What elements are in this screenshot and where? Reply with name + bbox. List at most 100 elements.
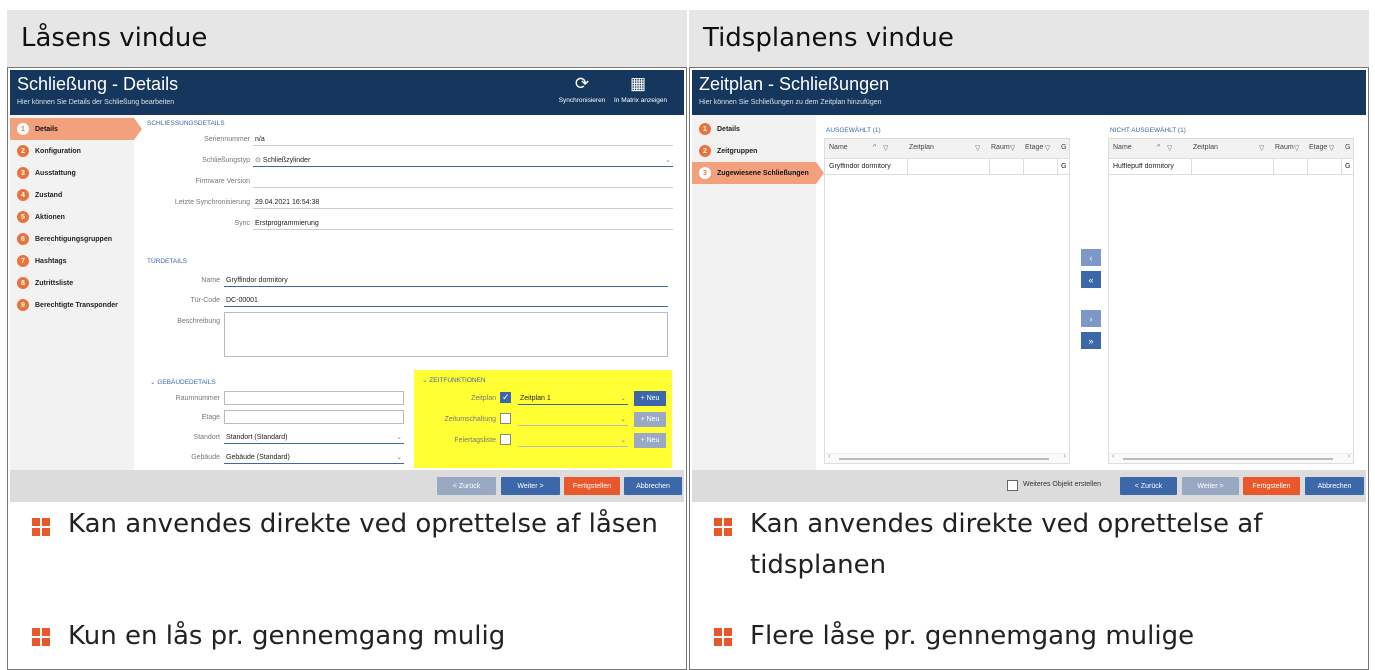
sort-asc-icon[interactable]: ^: [873, 144, 876, 151]
back-button[interactable]: < Zurück: [1120, 477, 1177, 495]
step-number: 4: [17, 189, 29, 201]
lock-type-select[interactable]: ⊙ Schließzylinder ⌄: [253, 155, 673, 167]
column-header[interactable]: Raum: [1275, 144, 1307, 151]
wizard-step-6[interactable]: 6 Berechtigungsgruppen: [10, 228, 134, 250]
step-label: Zutrittsliste: [35, 279, 74, 287]
wizard-step-5[interactable]: 5 Aktionen: [10, 206, 134, 228]
window-title: Schließung - Details: [17, 74, 179, 94]
site-select[interactable]: Standort (Standard) ⌄: [224, 432, 404, 444]
wizard-step-9[interactable]: 9 Berechtigte Transponder: [10, 294, 134, 316]
wizard-step-2[interactable]: 2 Konfiguration: [10, 140, 134, 162]
wizard-step-3[interactable]: 3 Zugewiesene Schließungen: [692, 162, 824, 184]
cancel-button[interactable]: Abbrechen: [1305, 477, 1364, 495]
floor-input[interactable]: [224, 410, 404, 424]
back-button[interactable]: < Zurück: [437, 477, 496, 495]
column-header[interactable]: Name: [829, 144, 907, 151]
step-label: Hashtags: [35, 257, 67, 265]
filter-icon[interactable]: ▽: [1045, 144, 1050, 152]
column-header[interactable]: G: [1061, 144, 1071, 151]
finish-button[interactable]: Fertigstellen: [1243, 477, 1300, 495]
holiday-list-checkbox[interactable]: [500, 434, 511, 445]
section-building-details[interactable]: ⌄ GEBÄUDEDETAILS: [150, 378, 216, 386]
wizard-step-3[interactable]: 3 Ausstattung: [10, 162, 134, 184]
selected-grid[interactable]: Name Zeitplan Raum Etage G ^ ▽ ▽ ▽ ▽ Gryffindor do…: [824, 138, 1070, 464]
horizontal-scrollbar[interactable]: ‹ ›: [1109, 453, 1353, 463]
lock-details-window: Schließung - Details Hier können Sie Det…: [10, 70, 684, 502]
filter-icon[interactable]: ▽: [975, 144, 980, 152]
door-code-input[interactable]: DC-00001: [224, 295, 668, 307]
wizard-step-2[interactable]: 2 Zeitgruppen: [692, 140, 816, 162]
grid-header: Name Zeitplan Raum Etage G ^ ▽ ▽ ▽ ▽: [825, 139, 1069, 159]
door-name-label: Name: [201, 277, 220, 284]
wizard-step-4[interactable]: 4 Zustand: [10, 184, 134, 206]
schedule-label: Zeitplan: [471, 395, 496, 402]
new-holiday-list-button[interactable]: + Neu: [634, 433, 666, 448]
description-textarea[interactable]: [224, 312, 668, 357]
next-button[interactable]: Weiter >: [1182, 477, 1239, 495]
column-header[interactable]: Name: [1113, 144, 1191, 151]
show-in-matrix-button[interactable]: ▦ In Matrix anzeigen: [614, 74, 667, 104]
location-pin-icon: ⊙: [255, 157, 263, 164]
sync-button[interactable]: ⟳ Synchronisieren: [558, 74, 606, 104]
unselected-grid[interactable]: Name Zeitplan Raum Etage G ^ ▽ ▽ ▽ ▽ Hufflepuff do…: [1108, 138, 1354, 464]
building-select[interactable]: Gebäude (Standard) ⌄: [224, 452, 404, 464]
move-all-left-button[interactable]: «: [1081, 271, 1101, 288]
step-label: Konfiguration: [35, 147, 81, 155]
door-name-input[interactable]: Gryffindor dormitory: [224, 275, 668, 287]
chevron-down-icon: ⌄: [396, 454, 402, 461]
scroll-left-icon[interactable]: ‹: [1112, 453, 1114, 460]
serial-label: Seriennummer: [204, 136, 250, 143]
schedule-select[interactable]: Zeitplan 1 ⌄: [518, 393, 628, 405]
step-label: Details: [35, 125, 58, 133]
section-time-functions[interactable]: ⌄ ZEITFUNKTIONEN: [422, 376, 486, 384]
filter-icon[interactable]: ▽: [1294, 144, 1299, 152]
table-cell: G: [1345, 163, 1351, 170]
table-row[interactable]: Gryffindor dormitory G: [825, 159, 1069, 175]
filter-icon[interactable]: ▽: [883, 144, 888, 152]
room-input[interactable]: [224, 391, 404, 405]
column-header[interactable]: G: [1345, 144, 1355, 151]
move-one-right-button[interactable]: ›: [1081, 310, 1101, 327]
unselected-label: NICHT AUSGEWÄHLT (1): [1110, 127, 1186, 134]
create-another-checkbox[interactable]: [1007, 480, 1018, 491]
cancel-button[interactable]: Abbrechen: [624, 477, 682, 495]
schedule-checkbox[interactable]: [500, 392, 511, 403]
step-label: Aktionen: [35, 213, 65, 221]
wizard-step-8[interactable]: 8 Zutrittsliste: [10, 272, 134, 294]
move-one-left-button[interactable]: ‹: [1081, 249, 1101, 266]
filter-icon[interactable]: ▽: [1329, 144, 1334, 152]
move-all-right-button[interactable]: »: [1081, 332, 1101, 349]
new-schedule-button[interactable]: + Neu: [634, 391, 666, 406]
window-footer: < Zurück Weiter > Fertigstellen Abbreche…: [10, 470, 684, 502]
scroll-thumb[interactable]: [839, 458, 1049, 460]
filter-icon[interactable]: ▽: [1167, 144, 1172, 152]
step-label: Details: [717, 125, 740, 133]
filter-icon[interactable]: ▽: [1259, 144, 1264, 152]
column-header[interactable]: Raum: [991, 144, 1023, 151]
holiday-list-select[interactable]: ⌄: [518, 435, 628, 447]
wizard-step-1[interactable]: 1 Details: [10, 118, 142, 140]
table-cell: Hufflepuff dormitory: [1113, 163, 1174, 170]
wizard-steps: 1 Details 2 Konfiguration 3 Ausstattung 4 Zusta…: [10, 115, 142, 470]
table-row[interactable]: Hufflepuff dormitory G: [1109, 159, 1353, 175]
sync-icon: ⟳: [574, 74, 590, 93]
filter-icon[interactable]: ▽: [1010, 144, 1015, 152]
column-header[interactable]: Etage: [1025, 144, 1057, 151]
horizontal-scrollbar[interactable]: ‹ ›: [825, 453, 1069, 463]
scroll-right-icon[interactable]: ›: [1348, 453, 1350, 460]
column-header[interactable]: Etage: [1309, 144, 1341, 151]
step-number: 7: [17, 255, 29, 267]
time-switch-select[interactable]: ⌄: [518, 414, 628, 426]
new-time-switch-button[interactable]: + Neu: [634, 412, 666, 427]
step-number: 6: [17, 233, 29, 245]
wizard-step-1[interactable]: 1 Details: [692, 118, 816, 140]
finish-button[interactable]: Fertigstellen: [564, 477, 620, 495]
next-button[interactable]: Weiter >: [501, 477, 560, 495]
scroll-right-icon[interactable]: ›: [1064, 453, 1066, 460]
sort-asc-icon[interactable]: ^: [1157, 144, 1160, 151]
wizard-step-7[interactable]: 7 Hashtags: [10, 250, 134, 272]
scroll-left-icon[interactable]: ‹: [828, 453, 830, 460]
create-another-label: Weiteres Objekt erstellen: [1023, 481, 1102, 488]
time-switch-checkbox[interactable]: [500, 413, 511, 424]
scroll-thumb[interactable]: [1123, 458, 1333, 460]
